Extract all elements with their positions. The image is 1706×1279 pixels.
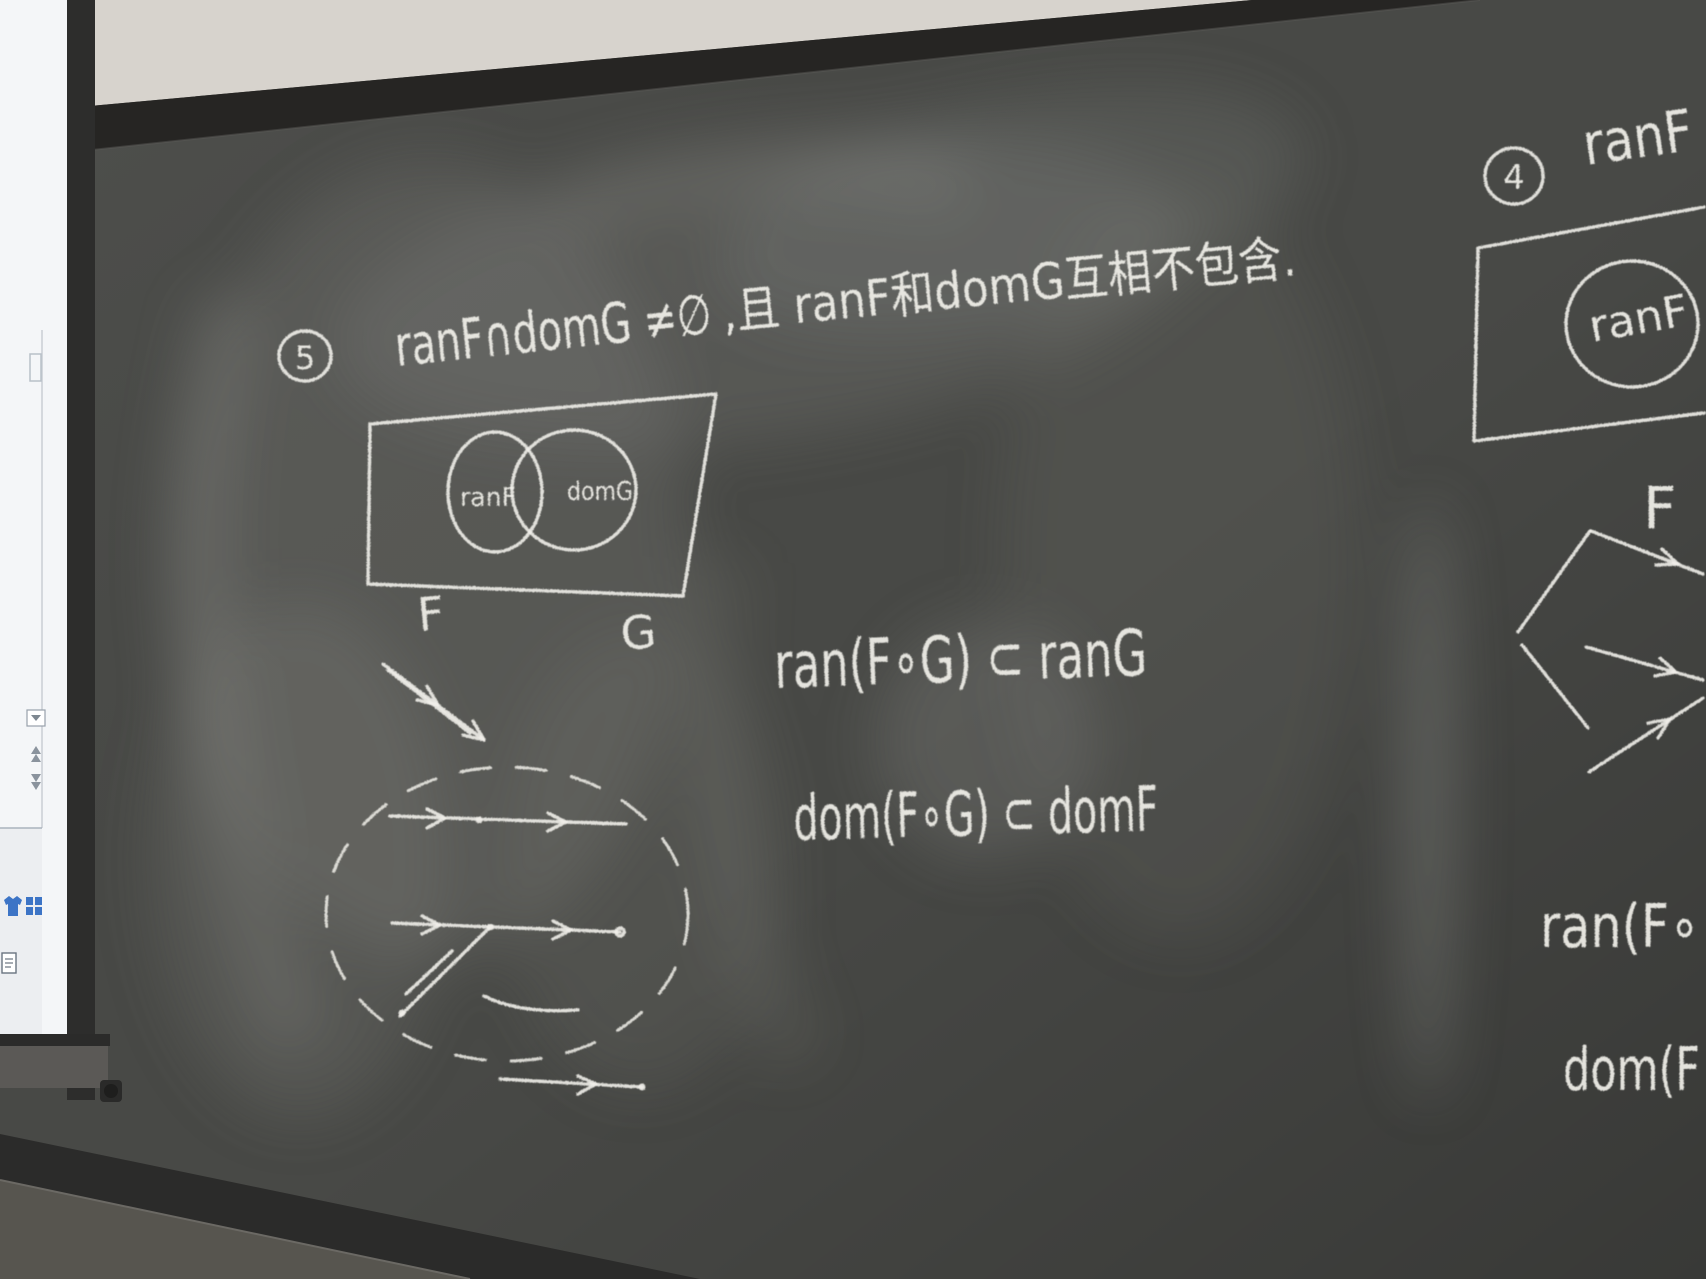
item-number: 5 — [295, 339, 315, 377]
domain-result-formula: dom(F∘G) ⊂ domF — [792, 772, 1159, 855]
mapping-point — [398, 1009, 406, 1017]
screen-lower-panel — [0, 828, 42, 1036]
relation-label-g: G — [618, 604, 658, 661]
item-number: 4 — [1503, 158, 1525, 198]
range-result-formula: ran(F∘G) ⊂ ranG — [773, 617, 1148, 704]
domain-result-formula: dom(F — [1563, 1035, 1700, 1105]
range-result-formula: ran(F∘ — [1540, 892, 1700, 962]
dropdown-icon — [26, 709, 46, 727]
relation-label-f: F — [1643, 474, 1676, 542]
document-icon — [1, 952, 17, 974]
screen-bottom-bar — [0, 1034, 110, 1046]
screen-knob — [104, 1084, 118, 1098]
relation-label-f: F — [415, 586, 446, 642]
mapping-point — [475, 816, 483, 824]
screen-side-frame — [67, 0, 95, 1100]
screen-housing — [0, 1046, 108, 1088]
chalkboard-photo: 5 ranF∩domG ≠∅ ,且 ranF和domG互相不包含. ranF d… — [0, 0, 1706, 1279]
mapping-point — [638, 1083, 646, 1091]
venn-label-right: domG — [567, 477, 633, 507]
venn-label-left: ranF — [460, 483, 516, 513]
